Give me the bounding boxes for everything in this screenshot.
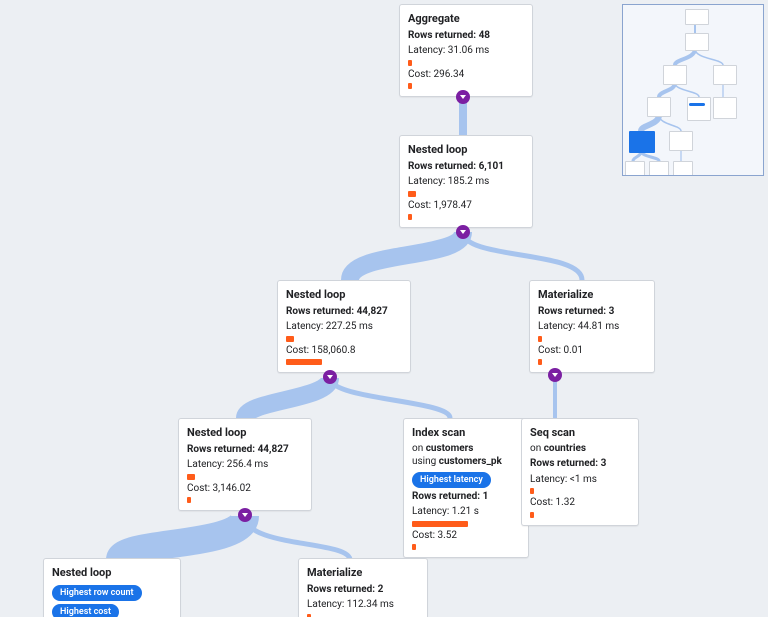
scan-on: on customers bbox=[412, 442, 520, 456]
scan-using: using customers_pk bbox=[412, 455, 520, 469]
expand-icon[interactable] bbox=[456, 90, 470, 104]
expand-icon[interactable] bbox=[548, 368, 562, 382]
cost-bar bbox=[286, 359, 322, 365]
node-title: Seq scan bbox=[530, 426, 630, 441]
cost-label: Cost: 3.52 bbox=[412, 529, 520, 543]
cost-bar bbox=[408, 83, 412, 89]
node-title: Materialize bbox=[538, 288, 646, 303]
latency-bar bbox=[408, 191, 416, 197]
node-title: Aggregate bbox=[408, 12, 524, 27]
latency-bar bbox=[286, 336, 294, 342]
latency-bar bbox=[408, 60, 412, 66]
rows-returned: Rows returned: 3 bbox=[538, 305, 646, 319]
node-nested-loop-3[interactable]: Nested loop Rows returned: 44,827 Latenc… bbox=[178, 418, 312, 511]
mm-badge bbox=[689, 103, 705, 106]
node-index-scan[interactable]: Index scan on customers using customers_… bbox=[403, 418, 529, 558]
latency-label: Latency: 227.25 ms bbox=[286, 320, 402, 334]
mm-node bbox=[685, 33, 709, 51]
rows-returned: Rows returned: 1 bbox=[412, 490, 520, 504]
scan-on: on countries bbox=[530, 442, 630, 456]
node-nested-loop-2[interactable]: Nested loop Rows returned: 44,827 Latenc… bbox=[277, 280, 411, 373]
cost-label: Cost: 3,146.02 bbox=[187, 482, 303, 496]
mm-node bbox=[687, 97, 711, 121]
query-plan-canvas[interactable]: Aggregate Rows returned: 48 Latency: 31.… bbox=[0, 0, 768, 617]
rows-returned: Rows returned: 44,827 bbox=[286, 305, 402, 319]
node-title: Nested loop bbox=[286, 288, 402, 303]
mm-node bbox=[713, 97, 737, 119]
minimap[interactable] bbox=[622, 4, 764, 176]
expand-icon[interactable] bbox=[456, 225, 470, 239]
node-materialize-2[interactable]: Materialize Rows returned: 2 Latency: 11… bbox=[298, 558, 428, 617]
cost-bar bbox=[408, 214, 412, 220]
node-title: Index scan bbox=[412, 426, 520, 441]
latency-bar bbox=[412, 521, 468, 527]
cost-bar bbox=[530, 512, 534, 518]
node-seq-scan[interactable]: Seq scan on countries Rows returned: 3 L… bbox=[521, 418, 639, 526]
cost-label: Cost: 1.32 bbox=[530, 496, 630, 510]
node-title: Nested loop bbox=[187, 426, 303, 441]
cost-bar bbox=[538, 359, 542, 365]
rows-returned: Rows returned: 3 bbox=[530, 457, 630, 471]
latency-label: Latency: 185.2 ms bbox=[408, 175, 524, 189]
node-materialize-1[interactable]: Materialize Rows returned: 3 Latency: 44… bbox=[529, 280, 655, 373]
latency-label: Latency: 44.81 ms bbox=[538, 320, 646, 334]
latency-bar bbox=[538, 336, 542, 342]
mm-node bbox=[649, 161, 669, 176]
mm-node bbox=[685, 9, 709, 25]
rows-returned: Rows returned: 2 bbox=[307, 583, 419, 597]
expand-icon[interactable] bbox=[238, 508, 252, 522]
badge-highest-cost: Highest cost bbox=[52, 604, 119, 617]
latency-label: Latency: <1 ms bbox=[530, 473, 630, 487]
rows-returned: Rows returned: 48 bbox=[408, 29, 524, 43]
cost-label: Cost: 296.34 bbox=[408, 68, 524, 82]
node-title: Nested loop bbox=[408, 143, 524, 158]
cost-label: Cost: 1,978.47 bbox=[408, 199, 524, 213]
expand-icon[interactable] bbox=[323, 370, 337, 384]
latency-label: Latency: 256.4 ms bbox=[187, 458, 303, 472]
latency-label: Latency: 31.06 ms bbox=[408, 44, 524, 58]
badge-highest-latency: Highest latency bbox=[412, 472, 491, 488]
rows-returned: Rows returned: 6,101 bbox=[408, 160, 524, 174]
latency-label: Latency: 1.21 s bbox=[412, 505, 520, 519]
mm-node bbox=[663, 65, 687, 85]
mm-node-highlight bbox=[629, 131, 655, 153]
latency-bar bbox=[530, 488, 534, 494]
mm-node bbox=[713, 65, 737, 85]
node-title: Materialize bbox=[307, 566, 419, 581]
mm-node bbox=[647, 97, 671, 117]
latency-bar bbox=[187, 474, 195, 480]
cost-label: Cost: 0.01 bbox=[538, 344, 646, 358]
node-title: Nested loop bbox=[52, 566, 172, 581]
mm-node bbox=[673, 161, 693, 176]
node-nested-loop-4[interactable]: Nested loop Highest row count Highest co… bbox=[43, 558, 181, 617]
badge-highest-row-count: Highest row count bbox=[52, 585, 142, 601]
cost-label: Cost: 158,060.8 bbox=[286, 344, 402, 358]
node-nested-loop-1[interactable]: Nested loop Rows returned: 6,101 Latency… bbox=[399, 135, 533, 228]
mm-node bbox=[669, 131, 693, 151]
cost-bar bbox=[187, 497, 191, 503]
cost-bar bbox=[412, 544, 416, 550]
latency-label: Latency: 112.34 ms bbox=[307, 598, 419, 612]
rows-returned: Rows returned: 44,827 bbox=[187, 443, 303, 457]
node-aggregate[interactable]: Aggregate Rows returned: 48 Latency: 31.… bbox=[399, 4, 533, 97]
mm-node bbox=[625, 161, 645, 176]
